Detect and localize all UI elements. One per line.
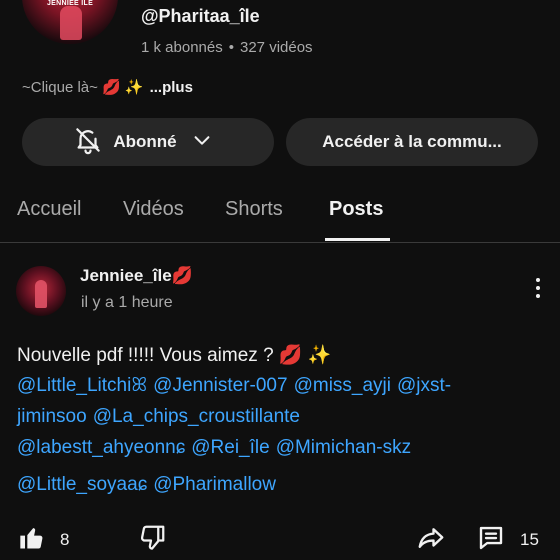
- comment-count: 15: [520, 530, 539, 549]
- share-button[interactable]: [416, 522, 446, 558]
- like-button[interactable]: 8: [18, 522, 69, 558]
- like-count: 8: [60, 530, 70, 549]
- active-tab-indicator: [325, 238, 390, 241]
- community-button[interactable]: Accéder à la commu...: [286, 118, 538, 166]
- dislike-button[interactable]: [137, 522, 167, 558]
- thumbs-up-icon: [18, 524, 46, 557]
- channel-description[interactable]: ~Clique là~ 💋 ✨ ...plus: [22, 78, 193, 96]
- tab-videos[interactable]: Vidéos: [123, 198, 184, 221]
- post-text: Nouvelle pdf !!!!! Vous aimez ? 💋 ✨: [17, 345, 332, 366]
- comment-icon: [476, 523, 506, 558]
- channel-handle: @Pharitaa_île: [141, 6, 260, 26]
- stats-separator: •: [228, 39, 234, 56]
- mention-link[interactable]: @Little_Litchiꕤ: [17, 375, 147, 396]
- channel-stats: 1 k abonnés • 327 vidéos: [141, 39, 313, 56]
- subscribed-button[interactable]: Abonné: [22, 118, 274, 166]
- bell-off-icon: [73, 125, 113, 160]
- mention-link[interactable]: @labestt_ahyeonnɕ: [17, 437, 185, 458]
- thumbs-down-icon: [137, 523, 167, 558]
- more-vertical-icon[interactable]: [528, 278, 548, 306]
- mention-link[interactable]: @Pharimallow: [153, 474, 276, 495]
- tab-posts[interactable]: Posts: [329, 198, 383, 221]
- post-author[interactable]: Jenniee_île💋: [80, 266, 193, 286]
- channel-avatar[interactable]: JENNIEE ILE: [22, 0, 118, 44]
- mention-link[interactable]: @Mimichan-skz: [276, 437, 411, 458]
- more-link[interactable]: ...plus: [150, 79, 193, 96]
- tab-shorts[interactable]: Shorts: [225, 198, 283, 221]
- chevron-down-icon: [191, 129, 223, 156]
- subscriber-count: 1 k abonnés: [141, 39, 223, 56]
- avatar-figure: [60, 6, 82, 40]
- mention-link[interactable]: @Jennister-007: [153, 375, 287, 396]
- post-mentions: @Little_Litchiꕤ @Jennister-007 @miss_ayji @…: [17, 370, 547, 500]
- channel-tabs: Accueil Vidéos Shorts Posts: [0, 186, 560, 243]
- avatar-figure: [35, 280, 47, 308]
- subscribed-label: Abonné: [113, 132, 177, 151]
- post-time: il y a 1 heure: [81, 294, 173, 311]
- mention-link[interactable]: @Rei_île: [191, 437, 269, 458]
- tab-accueil[interactable]: Accueil: [17, 198, 81, 221]
- post-author-avatar[interactable]: [16, 266, 66, 316]
- share-icon: [416, 523, 446, 558]
- mention-link[interactable]: @miss_ayji: [294, 375, 391, 396]
- mention-link[interactable]: @La_chips_croustillante: [93, 406, 300, 427]
- video-count: 327 vidéos: [240, 39, 313, 56]
- community-label: Accéder à la commu...: [322, 132, 502, 151]
- mention-link[interactable]: @Little_soyaaɕ: [17, 474, 147, 495]
- comment-button[interactable]: 15: [476, 522, 539, 558]
- description-text: ~Clique là~ 💋 ✨: [22, 79, 144, 96]
